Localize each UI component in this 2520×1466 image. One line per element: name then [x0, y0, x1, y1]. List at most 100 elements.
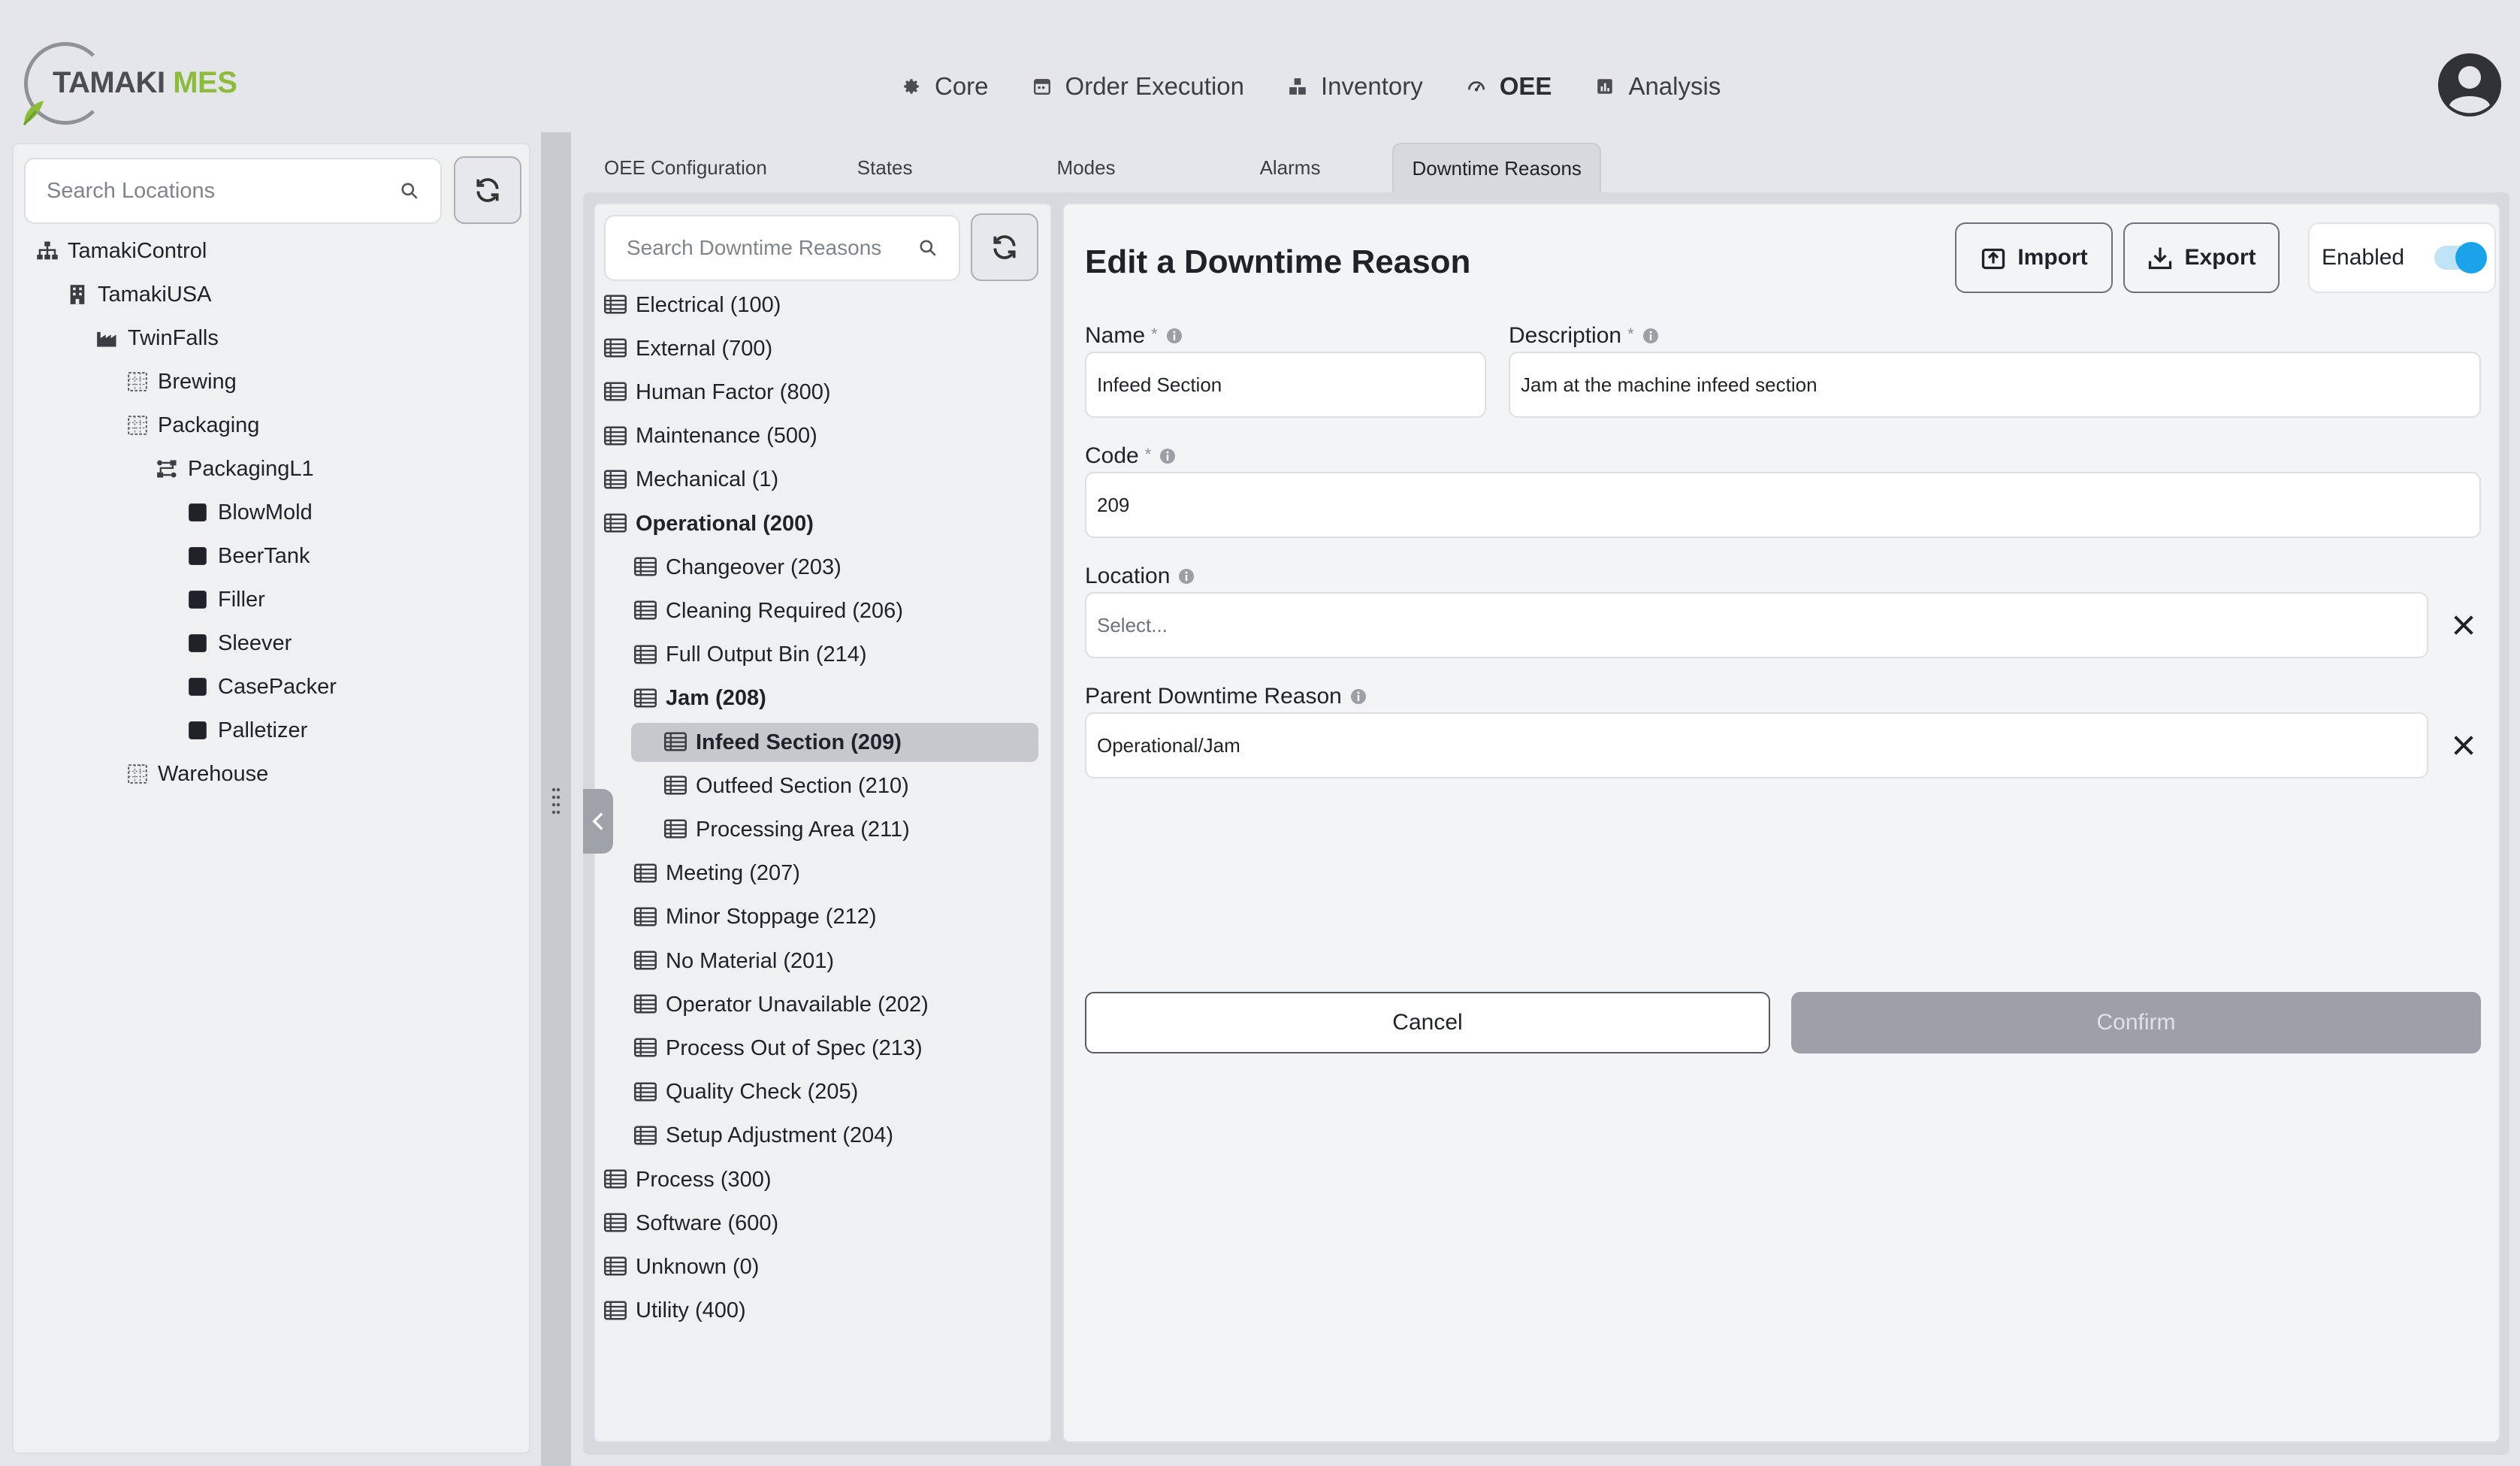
table-list-icon — [604, 295, 627, 316]
tree-node-brewing[interactable]: Brewing — [126, 367, 237, 397]
main-content: OEE Configuration States Modes Alarms Do… — [571, 132, 2520, 1466]
description-input[interactable] — [1521, 373, 2469, 397]
confirm-button[interactable]: Confirm — [1791, 992, 2481, 1053]
table-list-icon — [634, 863, 657, 884]
import-label: Import — [2017, 245, 2088, 270]
nav-inventory[interactable]: Inventory — [1265, 65, 1444, 108]
location-search-input[interactable] — [47, 178, 400, 204]
reason-tree-item[interactable]: Jam (208) — [634, 679, 766, 718]
tree-node-beertank[interactable]: BeerTank — [186, 541, 310, 571]
search-icon[interactable] — [400, 181, 419, 201]
reason-tree-item[interactable]: Full Output Bin (214) — [634, 636, 867, 675]
reason-tree-item[interactable]: No Material (201) — [634, 942, 834, 981]
info-icon[interactable] — [1177, 567, 1195, 585]
search-icon[interactable] — [918, 238, 938, 258]
export-button[interactable]: Export — [2123, 222, 2280, 293]
tree-node-twinfalls[interactable]: TwinFalls — [96, 323, 219, 353]
reason-tree-item[interactable]: Setup Adjustment (204) — [634, 1117, 893, 1156]
tree-node-sleever[interactable]: Sleever — [186, 628, 292, 658]
clear-location-button[interactable] — [2449, 610, 2479, 640]
name-input[interactable] — [1097, 373, 1474, 397]
tab-oee-configuration[interactable]: OEE Configuration — [571, 143, 797, 192]
code-field — [1085, 472, 2481, 538]
reason-tree-item[interactable]: Quality Check (205) — [634, 1073, 858, 1112]
refresh-icon — [993, 235, 1016, 259]
reason-label: Setup Adjustment (204) — [666, 1123, 894, 1148]
reason-tree-item[interactable]: Unknown (0) — [604, 1247, 759, 1286]
tab-alarms[interactable]: Alarms — [1146, 143, 1351, 192]
cell-square-icon — [186, 719, 209, 742]
import-button[interactable]: Import — [1955, 222, 2113, 293]
reason-search-input[interactable] — [627, 236, 918, 260]
tree-node-casepacker[interactable]: CasePacker — [186, 672, 337, 702]
reason-tree-item[interactable]: Operational (200) — [604, 504, 814, 543]
location-label-text: Location — [1085, 564, 1171, 588]
boxes-icon — [1286, 75, 1309, 98]
reason-search-box — [604, 215, 960, 281]
reason-label: Process (300) — [636, 1167, 772, 1192]
tree-node-tamakiusa[interactable]: TamakiUSA — [66, 280, 212, 310]
reason-tree-item[interactable]: Process Out of Spec (213) — [634, 1029, 923, 1068]
nav-analysis[interactable]: Analysis — [1573, 65, 1742, 108]
tree-node-label: TamakiUSA — [98, 282, 212, 307]
tree-node-tamakicontrol[interactable]: TamakiControl — [36, 236, 207, 266]
location-input[interactable] — [1097, 613, 2416, 637]
reason-label: Operator Unavailable (202) — [666, 992, 929, 1017]
enabled-toggle[interactable] — [2434, 242, 2487, 274]
reason-tree-item[interactable]: External (700) — [604, 329, 772, 368]
table-list-icon — [634, 688, 657, 709]
tree-node-palletizer[interactable]: Palletizer — [186, 715, 307, 745]
reason-tree-item[interactable]: Operator Unavailable (202) — [634, 985, 929, 1024]
table-list-icon — [604, 338, 627, 359]
reason-tree-item[interactable]: Maintenance (500) — [604, 417, 817, 456]
reason-refresh-button[interactable] — [971, 213, 1038, 281]
clear-parent-button[interactable] — [2449, 730, 2479, 760]
info-icon[interactable] — [1642, 327, 1660, 345]
tab-states[interactable]: States — [797, 143, 943, 192]
reason-tree-item[interactable]: Process (300) — [604, 1160, 772, 1199]
code-input[interactable] — [1097, 493, 2469, 517]
info-icon[interactable] — [1165, 327, 1183, 345]
reason-tree-item[interactable]: Infeed Section (209) — [631, 723, 1038, 762]
reason-tree-item[interactable]: Cleaning Required (206) — [634, 591, 903, 630]
tab-downtime-reasons[interactable]: Downtime Reasons — [1392, 143, 1601, 192]
reason-tree-item[interactable]: Changeover (203) — [634, 548, 842, 587]
panel-splitter[interactable] — [541, 132, 571, 1466]
gear-icon — [900, 75, 923, 98]
parent-reason-select[interactable] — [1085, 712, 2428, 778]
reason-tree-item[interactable]: Meeting (207) — [634, 854, 800, 893]
tab-modes[interactable]: Modes — [943, 143, 1146, 192]
reason-tree-item[interactable]: Utility (400) — [604, 1292, 746, 1331]
code-label: Code * — [1085, 443, 1177, 469]
reason-tree-item[interactable]: Mechanical (1) — [604, 461, 778, 500]
nav-oee[interactable]: OEE — [1444, 65, 1573, 108]
info-icon[interactable] — [1349, 688, 1367, 706]
reason-tree-item[interactable]: Outfeed Section (210) — [664, 766, 909, 806]
tree-node-label: Palletizer — [218, 718, 308, 742]
collapse-panel-button[interactable] — [583, 789, 613, 854]
cancel-button[interactable]: Cancel — [1085, 992, 1770, 1053]
logo-leaf-icon — [23, 101, 44, 125]
info-icon[interactable] — [1159, 447, 1177, 465]
tamaki-mes-logo[interactable]: TAMAKI MES — [21, 39, 237, 129]
tree-node-packaging[interactable]: Packaging — [126, 410, 259, 440]
tree-node-label: TwinFalls — [128, 325, 219, 350]
user-avatar-icon[interactable] — [2437, 53, 2502, 117]
nav-core[interactable]: Core — [879, 65, 1010, 108]
reason-tree-item[interactable]: Software (600) — [604, 1204, 778, 1243]
parent-reason-input[interactable] — [1097, 733, 2416, 757]
tab-label: Alarms — [1259, 156, 1321, 179]
tree-node-label: TamakiControl — [68, 238, 207, 263]
location-refresh-button[interactable] — [454, 156, 521, 224]
drag-handle-icon[interactable] — [550, 786, 562, 816]
reason-tree-item[interactable]: Minor Stoppage (212) — [634, 898, 877, 937]
reason-tree-item[interactable]: Human Factor (800) — [604, 373, 831, 412]
location-select[interactable] — [1085, 592, 2428, 658]
reason-tree-item[interactable]: Electrical (100) — [604, 286, 781, 325]
nav-order-execution[interactable]: Order Execution — [1010, 65, 1265, 108]
tree-node-packagingl1[interactable]: PackagingL1 — [156, 454, 314, 484]
reason-tree-item[interactable]: Processing Area (211) — [664, 810, 910, 849]
tree-node-blowmold[interactable]: BlowMold — [186, 497, 313, 527]
tree-node-warehouse[interactable]: Warehouse — [126, 759, 268, 789]
tree-node-filler[interactable]: Filler — [186, 585, 265, 615]
